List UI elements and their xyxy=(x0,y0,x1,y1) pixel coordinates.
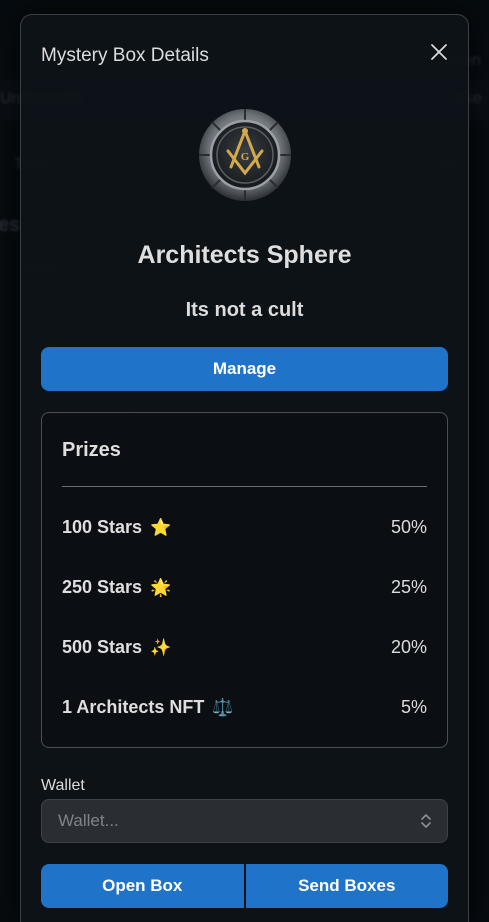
prize-percent: 50% xyxy=(390,517,427,537)
box-emblem-image: G xyxy=(195,105,295,205)
wallet-label: Wallet xyxy=(41,777,85,794)
action-button-group: Open Box Send Boxes xyxy=(41,864,448,908)
chevron-up-down-icon xyxy=(421,814,431,828)
close-button[interactable] xyxy=(426,39,452,65)
sparkles-icon: ✨ xyxy=(150,637,172,657)
wallet-placeholder: Wallet... xyxy=(58,811,119,830)
prizes-card: Prizes 100 Stars ⭐ 50% 250 Stars 🌟 25% 5… xyxy=(41,412,448,748)
prize-row: 500 Stars ✨ 20% xyxy=(62,637,427,658)
svg-text:G: G xyxy=(241,151,250,163)
dialog-title: Mystery Box Details xyxy=(41,45,209,66)
glowing-star-icon: 🌟 xyxy=(150,577,172,597)
wallet-select[interactable]: Wallet... xyxy=(41,799,448,843)
manage-button[interactable]: Manage xyxy=(41,347,448,391)
prize-row: 1 Architects NFT ⚖️ 5% xyxy=(62,697,427,718)
box-tagline: Its not a cult xyxy=(185,299,304,321)
prize-row: 100 Stars ⭐ 50% xyxy=(62,517,427,538)
prize-percent: 25% xyxy=(390,577,427,597)
star-icon: ⭐ xyxy=(150,517,172,537)
prizes-title: Prizes xyxy=(62,439,121,461)
prize-name: 1 Architects NFT xyxy=(62,697,205,717)
prize-row: 250 Stars 🌟 25% xyxy=(62,577,427,598)
send-boxes-button[interactable]: Send Boxes xyxy=(245,864,448,908)
prize-name: 250 Stars xyxy=(62,577,143,597)
prizes-divider xyxy=(62,486,427,487)
balance-scale-icon: ⚖️ xyxy=(212,697,234,717)
prize-name: 500 Stars xyxy=(62,637,143,657)
prize-percent: 20% xyxy=(390,637,427,657)
prize-percent: 5% xyxy=(400,697,427,717)
close-icon xyxy=(431,44,447,60)
mystery-box-dialog: Mystery Box Details G Architects Sphere … xyxy=(20,14,469,922)
architects-sphere-emblem-icon: G xyxy=(199,109,291,201)
open-box-button[interactable]: Open Box xyxy=(41,864,244,908)
box-name: Architects Sphere xyxy=(137,241,352,269)
prize-name: 100 Stars xyxy=(62,517,143,537)
